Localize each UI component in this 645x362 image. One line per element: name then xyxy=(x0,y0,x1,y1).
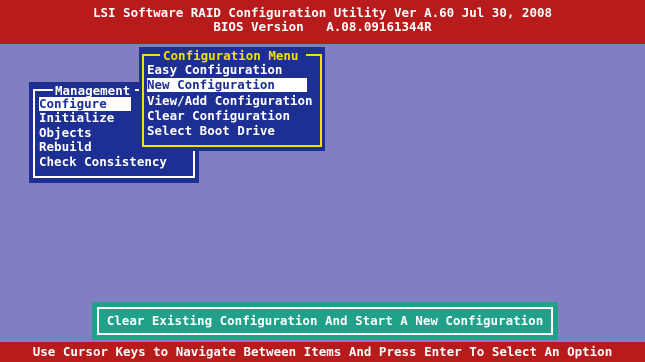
menu-item-new-configuration[interactable]: New Configuration xyxy=(147,78,307,92)
menu-item-objects[interactable]: Objects xyxy=(39,126,94,140)
hint-text: Clear Existing Configuration And Start A… xyxy=(97,307,553,335)
configuration-menu-title: Configuration Menu xyxy=(163,48,299,63)
menu-item-easy-configuration[interactable]: Easy Configuration xyxy=(147,63,282,77)
menu-item-configure[interactable]: Configure xyxy=(39,97,131,111)
menu-item-select-boot-drive[interactable]: Select Boot Drive xyxy=(147,124,275,138)
app-title: LSI Software RAID Configuration Utility … xyxy=(92,5,553,20)
bios-screen: LSI Software RAID Configuration Utility … xyxy=(0,0,645,362)
status-bar: Use Cursor Keys to Navigate Between Item… xyxy=(0,342,645,362)
menu-item-view-add-configuration[interactable]: View/Add Configuration xyxy=(147,94,313,108)
menu-item-rebuild[interactable]: Rebuild xyxy=(39,140,94,154)
menu-item-check-consistency[interactable]: Check Consistency xyxy=(39,155,169,169)
title-bar: LSI Software RAID Configuration Utility … xyxy=(0,0,645,44)
menu-item-initialize[interactable]: Initialize xyxy=(39,111,116,125)
menu-item-clear-configuration[interactable]: Clear Configuration xyxy=(147,109,290,123)
bios-version: BIOS Version A.08.09161344R xyxy=(213,19,432,34)
configuration-menu: Configuration Menu Easy Configuration Ne… xyxy=(139,47,325,151)
hint-box: Clear Existing Configuration And Start A… xyxy=(92,302,558,340)
